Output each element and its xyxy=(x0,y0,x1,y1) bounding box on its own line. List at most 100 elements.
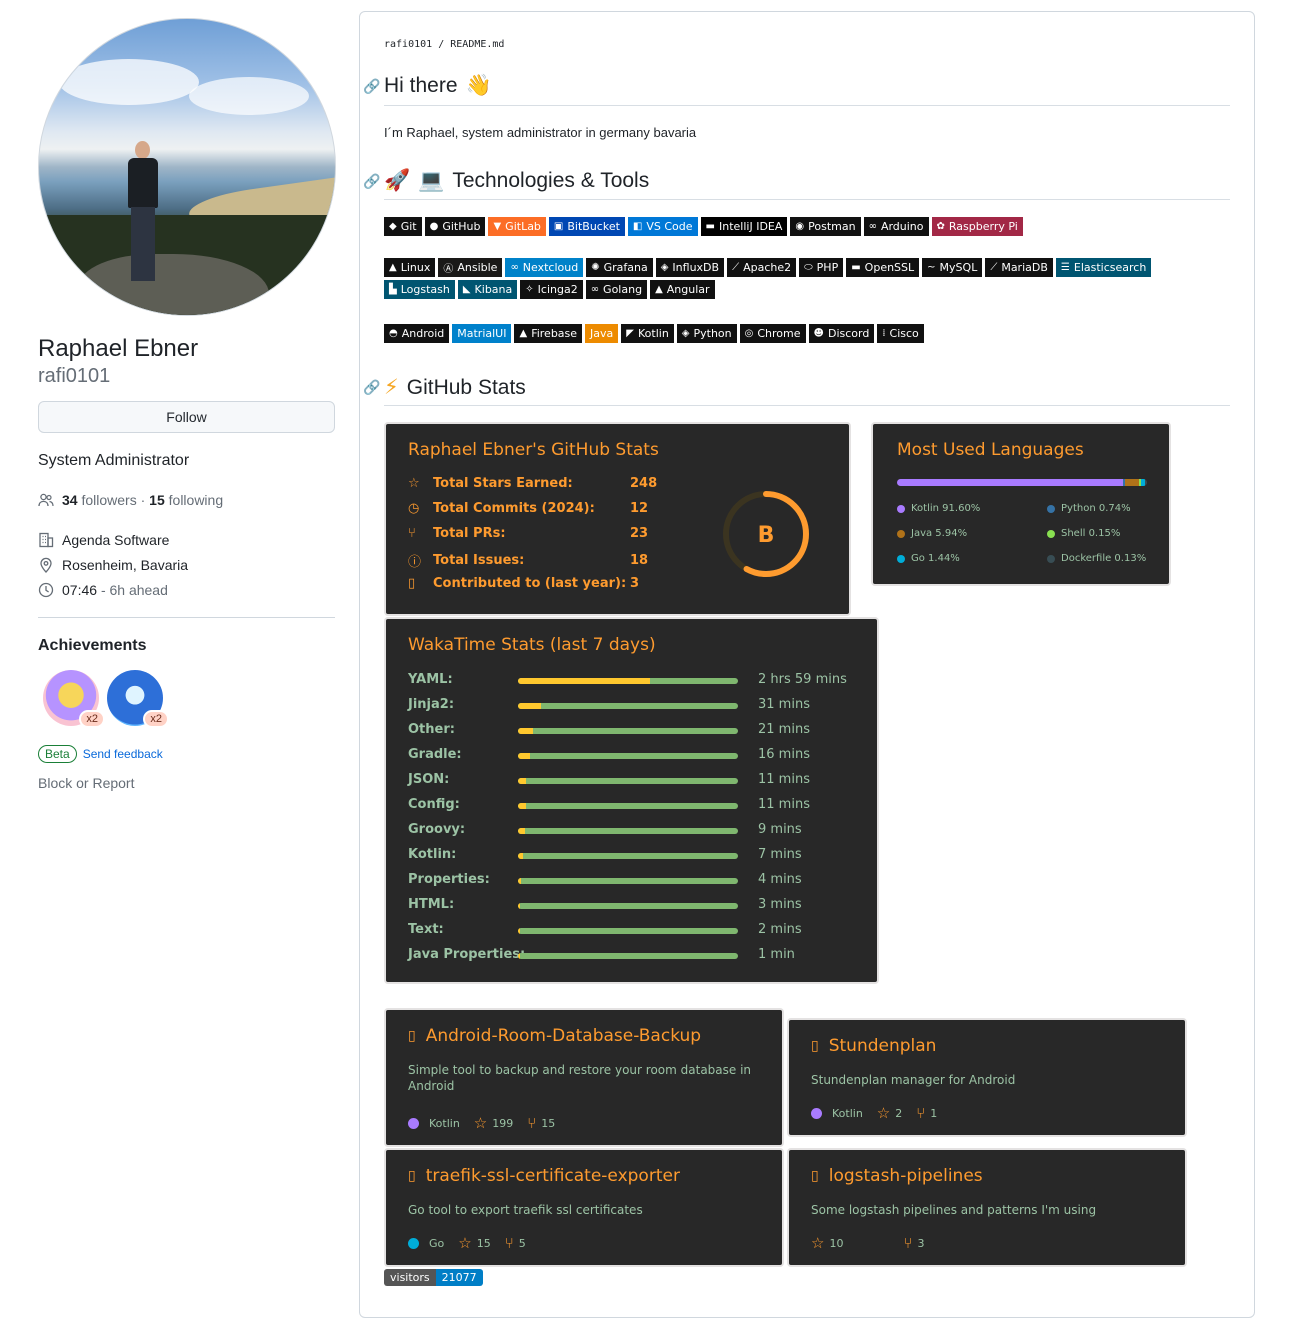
following-count[interactable]: 15 xyxy=(149,492,165,508)
tech-badge-logstash[interactable]: ▙ Logstash xyxy=(384,280,455,299)
achievement-pull-shark-badge[interactable]: x2 xyxy=(107,670,169,728)
follow-button[interactable]: Follow xyxy=(38,401,335,433)
achievement-starstruck-badge[interactable]: x2 xyxy=(43,670,105,728)
repo-meta: Kotlin ☆ 199 ⑂ 15 xyxy=(408,1114,569,1132)
repo-card[interactable]: ▯ logstash-pipelines Some logstash pipel… xyxy=(787,1148,1187,1267)
tech-badge-influxdb[interactable]: ◈ InfluxDB xyxy=(655,258,725,277)
repo-stars: ☆ 199 xyxy=(474,1114,513,1132)
tech-badge-mariadb[interactable]: ⟋ MariaDB xyxy=(985,258,1053,277)
tech-badge-github[interactable]: ● GitHub xyxy=(424,217,486,236)
tech-badge-firebase[interactable]: ▲ Firebase xyxy=(514,324,583,343)
tech-badge-bitbucket[interactable]: ▣ BitBucket xyxy=(548,217,625,236)
tech-badge-vs-code[interactable]: ◧ VS Code xyxy=(627,217,698,236)
wakatime-language: JSON: xyxy=(408,772,450,787)
followers-count[interactable]: 34 xyxy=(62,492,78,508)
languages-card-title: Most Used Languages xyxy=(897,440,1084,460)
tech-badge-raspberry-pi[interactable]: ✿ Raspberry Pi xyxy=(931,217,1023,236)
tech-badge-apache2[interactable]: ⟋ Apache2 xyxy=(727,258,797,277)
github-stats-card[interactable]: Raphael Ebner's GitHub Stats ☆ Total Star… xyxy=(384,422,851,616)
block-report-link[interactable]: Block or Report xyxy=(38,775,134,791)
tech-badge-discord[interactable]: ☻ Discord xyxy=(808,324,875,343)
issue-icon: ⓘ xyxy=(408,555,422,570)
repo-star-count: 2 xyxy=(895,1106,903,1120)
wakatime-stats-card[interactable]: WakaTime Stats (last 7 days) YAML: 2 hrs … xyxy=(384,617,879,984)
tech-badge-label: Nextcloud xyxy=(522,261,579,274)
achievements-heading[interactable]: Achievements xyxy=(38,637,147,655)
stat-value: 23 xyxy=(630,526,649,541)
tech-badge-label: Angular xyxy=(666,283,710,296)
repo-name: logstash-pipelines xyxy=(828,1166,983,1186)
repo-title[interactable]: ▯ Stundenplan xyxy=(811,1036,936,1056)
tech-badge-linux[interactable]: ▲ Linux xyxy=(384,258,436,277)
anchor-link-icon[interactable]: 🔗 xyxy=(363,173,380,190)
tech-badge-mysql[interactable]: ~ MySQL xyxy=(922,258,983,277)
apache-icon: ⟋ xyxy=(732,262,740,273)
tech-badge-kotlin[interactable]: ◤ Kotlin xyxy=(621,324,674,343)
avatar-cloud xyxy=(189,77,309,115)
achievement-count: x2 xyxy=(79,710,105,728)
repo-icon: ▯ xyxy=(811,1038,819,1054)
repo-icon: ▯ xyxy=(408,1168,416,1184)
tech-badge-openssl[interactable]: ▬ OpenSSL xyxy=(846,258,920,277)
tech-badge-label: VS Code xyxy=(646,220,693,233)
repo-star-count: 10 xyxy=(829,1236,844,1250)
language-item: Python 0.74% xyxy=(1047,503,1131,514)
repo-title[interactable]: ▯ Android-Room-Database-Backup xyxy=(408,1026,701,1046)
followers-link[interactable]: followers xyxy=(81,492,136,508)
repo-fork-count: 3 xyxy=(917,1236,925,1250)
tech-badge-git[interactable]: ◆ Git xyxy=(384,217,422,236)
tech-badge-nextcloud[interactable]: ∞ Nextcloud xyxy=(505,258,584,277)
readme-path-user[interactable]: rafi0101 xyxy=(384,39,432,50)
repo-forks: ⑂ 3 xyxy=(903,1234,924,1252)
repo-stars: ☆ 15 xyxy=(458,1234,490,1252)
tech-badge-label: OpenSSL xyxy=(864,261,915,274)
tech-badge-matrialui[interactable]: MatrialUI xyxy=(452,324,512,343)
tech-badge-icinga2[interactable]: ✧ Icinga2 xyxy=(520,280,583,299)
anchor-link-icon[interactable]: 🔗 xyxy=(363,379,380,396)
mysql-icon: ~ xyxy=(927,262,936,273)
tech-badge-gitlab[interactable]: ▼ GitLab xyxy=(488,217,546,236)
repo-title[interactable]: ▯ traefik-ssl-certificate-exporter xyxy=(408,1166,680,1186)
wakatime-progress-fill xyxy=(518,953,521,959)
repo-card[interactable]: ▯ Stundenplan Stundenplan manager for An… xyxy=(787,1018,1187,1137)
tech-badge-php[interactable]: ⬭ PHP xyxy=(799,258,844,277)
wakatime-progress-bar xyxy=(518,678,738,684)
tech-badge-cisco[interactable]: ⁞ Cisco xyxy=(877,324,924,343)
tech-badge-intellij-idea[interactable]: ▬ IntelliJ IDEA xyxy=(700,217,788,236)
most-used-languages-card[interactable]: Most Used Languages Kotlin 91.60% Python … xyxy=(871,422,1171,586)
tech-badge-angular[interactable]: ▲ Angular xyxy=(650,280,715,299)
tech-badge-elasticsearch[interactable]: ☰ Elasticsearch xyxy=(1055,258,1152,277)
tech-badge-grafana[interactable]: ✺ Grafana xyxy=(586,258,653,277)
tech-badge-android[interactable]: ◓ Android xyxy=(384,324,450,343)
repo-star-count: 15 xyxy=(476,1236,491,1250)
tech-badge-golang[interactable]: ∞ Golang xyxy=(585,280,648,299)
wakatime-row: HTML: 3 mins xyxy=(408,897,868,913)
tech-badge-chrome[interactable]: ◎ Chrome xyxy=(739,324,806,343)
wakatime-progress-bar xyxy=(518,853,738,859)
send-feedback-link[interactable]: Send feedback xyxy=(83,747,163,761)
language-bar-segment xyxy=(897,479,1123,486)
tech-badge-postman[interactable]: ◉ Postman xyxy=(790,217,861,236)
tech-badge-ansible[interactable]: Ⓐ Ansible xyxy=(438,258,503,277)
repo-name: Stundenplan xyxy=(828,1036,937,1056)
avatar-person xyxy=(123,141,163,291)
cisco-icon: ⁞ xyxy=(882,328,886,339)
tech-badge-python[interactable]: ◈ Python xyxy=(676,324,737,343)
readme-path-separator: / xyxy=(438,39,445,50)
profile-username: rafi0101 xyxy=(38,365,111,387)
heading-github-stats: 🔗 ⚡ GitHub Stats xyxy=(363,375,526,400)
tech-badge-java[interactable]: Java xyxy=(585,324,619,343)
firebase-icon: ▲ xyxy=(519,328,528,339)
profile-avatar[interactable] xyxy=(38,18,336,316)
tech-badge-kibana[interactable]: ◣ Kibana xyxy=(457,280,518,299)
anchor-link-icon[interactable]: 🔗 xyxy=(363,78,380,95)
repo-card[interactable]: ▯ traefik-ssl-certificate-exporter Go to… xyxy=(384,1148,784,1267)
following-link[interactable]: following xyxy=(169,492,223,508)
openssl-icon: ▬ xyxy=(851,262,861,273)
repo-card[interactable]: ▯ Android-Room-Database-Backup Simple to… xyxy=(384,1008,784,1147)
tech-badge-arduino[interactable]: ∞ Arduino xyxy=(863,217,929,236)
language-color-dot xyxy=(408,1117,419,1129)
repo-stars: ☆ 10 xyxy=(811,1234,843,1252)
repo-title[interactable]: ▯ logstash-pipelines xyxy=(811,1166,983,1186)
tech-badge-label: IntelliJ IDEA xyxy=(719,220,783,233)
